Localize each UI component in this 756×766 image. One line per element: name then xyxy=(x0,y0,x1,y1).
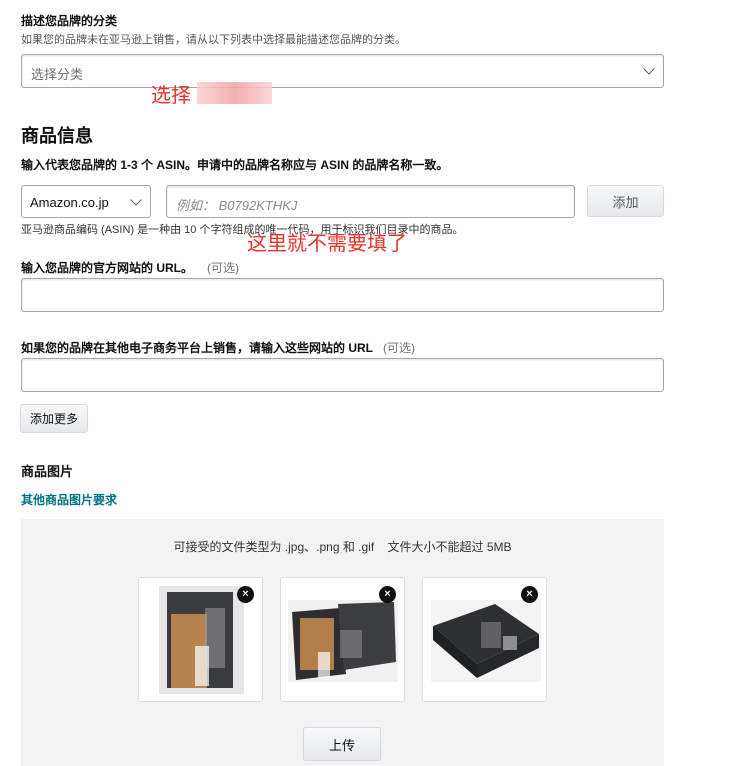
website-label: 输入您品牌的官方网站的 URL。 (可选) xyxy=(21,259,239,276)
optional-tag: (可选) xyxy=(383,341,415,355)
website-label-text: 输入您品牌的官方网站的 URL。 xyxy=(21,261,193,275)
accepted-files-text: 可接受的文件类型为 .jpg、.png 和 .gif 文件大小不能超过 5MB xyxy=(173,540,512,554)
other-sites-label: 如果您的品牌在其他电子商务平台上销售，请输入这些网站的 URL (可选) xyxy=(21,339,415,356)
product-photo-image xyxy=(431,600,541,682)
category-title: 描述您品牌的分类 xyxy=(21,14,118,28)
optional-tag: (可选) xyxy=(207,261,239,275)
asin-label: 输入代表您品牌的 1-3 个 ASIN。申请中的品牌名称应与 ASIN 的品牌名… xyxy=(21,158,449,172)
redacted-text-blur xyxy=(197,82,272,104)
remove-image-icon[interactable]: × xyxy=(379,586,396,603)
add-asin-button[interactable]: 添加 xyxy=(587,185,664,217)
remove-image-icon[interactable]: × xyxy=(521,586,538,603)
website-url-input[interactable] xyxy=(21,278,664,312)
annotation-not-required: 这里就不需要填了 xyxy=(247,231,407,255)
product-photo-image xyxy=(288,600,398,682)
chevron-down-icon xyxy=(643,63,655,75)
add-more-button[interactable]: 添加更多 xyxy=(20,404,88,433)
image-thumbnail[interactable]: × xyxy=(280,577,405,702)
category-select[interactable]: 选择分类 xyxy=(21,54,664,88)
category-hint: 如果您的品牌未在亚马逊上销售，请从以下列表中选择最能描述您品牌的分类。 xyxy=(21,34,406,46)
images-title: 商品图片 xyxy=(21,464,74,479)
asin-input-placeholder: 例如： B0792KTHKJ xyxy=(176,198,298,213)
image-thumbnail[interactable]: × xyxy=(422,577,547,702)
annotation-select: 选择 xyxy=(151,83,191,107)
product-info-heading: 商品信息 xyxy=(21,126,93,146)
upload-button[interactable]: 上传 xyxy=(303,727,381,761)
upload-area[interactable]: 可接受的文件类型为 .jpg、.png 和 .gif 文件大小不能超过 5MB … xyxy=(21,519,664,766)
chevron-down-icon xyxy=(130,194,142,206)
image-thumbnail[interactable]: × xyxy=(138,577,263,702)
marketplace-select[interactable]: Amazon.co.jp xyxy=(21,185,151,218)
product-photo-image xyxy=(159,586,244,694)
remove-image-icon[interactable]: × xyxy=(237,586,254,603)
category-select-placeholder: 选择分类 xyxy=(31,67,84,82)
image-requirements-link[interactable]: 其他商品图片要求 xyxy=(21,491,117,508)
marketplace-select-value: Amazon.co.jp xyxy=(30,195,109,210)
other-sites-label-text: 如果您的品牌在其他电子商务平台上销售，请输入这些网站的 URL xyxy=(21,341,373,355)
asin-input[interactable]: 例如： B0792KTHKJ xyxy=(166,185,575,218)
other-sites-url-input[interactable] xyxy=(21,358,664,392)
